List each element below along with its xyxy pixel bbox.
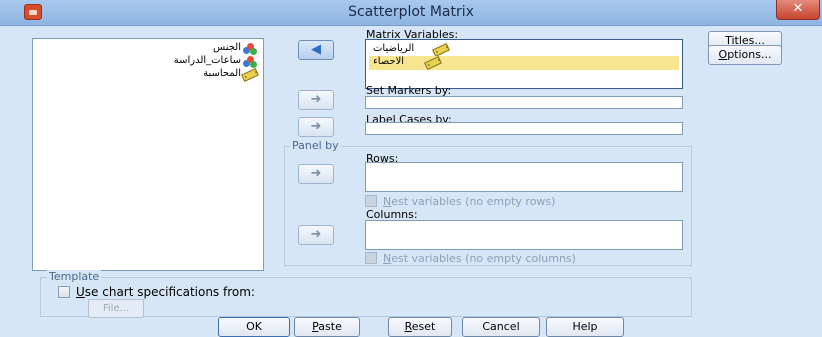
- nest-rows-label: Nest variables (no empty rows): [383, 195, 556, 208]
- help-button[interactable]: Help: [546, 317, 624, 337]
- set-markers-field[interactable]: [365, 96, 683, 109]
- dialog-body: الجنس ساعات_الدراسة المحاسبة Matrix Vari…: [0, 26, 822, 337]
- paste-button[interactable]: Paste: [294, 317, 360, 337]
- source-variable-list[interactable]: الجنس ساعات_الدراسة المحاسبة: [32, 38, 264, 271]
- scale-variable-icon: [424, 55, 442, 71]
- close-button[interactable]: ✕: [776, 0, 820, 20]
- cancel-button[interactable]: Cancel: [462, 317, 540, 337]
- template-title: Template: [47, 270, 102, 283]
- arrow-right-icon: ➜: [310, 119, 322, 134]
- variable-label: المحاسبة: [203, 68, 241, 79]
- list-item[interactable]: الجنس: [33, 42, 263, 56]
- columns-list[interactable]: [365, 220, 683, 250]
- move-to-rows-button[interactable]: ➜: [298, 164, 334, 184]
- move-to-label-cases-button[interactable]: ➜: [298, 117, 334, 137]
- nest-rows-checkbox: [365, 195, 377, 207]
- list-item[interactable]: الرياضيات: [369, 42, 679, 58]
- file-button: File...: [88, 299, 144, 318]
- nest-columns-checkbox: [365, 252, 377, 264]
- move-to-source-button[interactable]: ◀: [298, 40, 334, 60]
- variable-label: ساعات_الدراسة: [173, 55, 241, 66]
- nest-rows-option: Nest variables (no empty rows): [365, 195, 685, 208]
- arrow-left-icon: ◀: [311, 42, 321, 57]
- variable-label: الرياضيات: [373, 43, 415, 54]
- options-button[interactable]: Options...: [708, 45, 782, 65]
- variable-label: الجنس: [212, 42, 241, 53]
- list-item-selected[interactable]: الاحصاء: [369, 55, 679, 71]
- nest-columns-label: Nest variables (no empty columns): [383, 252, 576, 265]
- title-bar: Scatterplot Matrix ✕: [0, 0, 822, 26]
- scale-variable-icon: [432, 42, 450, 58]
- list-item[interactable]: المحاسبة: [33, 67, 263, 83]
- window-title: Scatterplot Matrix: [348, 4, 474, 20]
- list-item[interactable]: ساعات_الدراسة: [33, 55, 263, 69]
- nest-columns-option: Nest variables (no empty columns): [365, 252, 689, 265]
- use-chart-spec-option[interactable]: Use chart specifications from:: [58, 285, 358, 299]
- panel-by-title: Panel by: [290, 139, 341, 152]
- nominal-variable-icon: [243, 43, 257, 55]
- use-chart-spec-checkbox[interactable]: [58, 286, 70, 298]
- reset-button[interactable]: Reset: [388, 317, 452, 337]
- arrow-right-icon: ➜: [310, 227, 322, 242]
- arrow-right-icon: ➜: [310, 166, 322, 181]
- ok-button[interactable]: OK: [218, 317, 290, 337]
- variable-label: الاحصاء: [373, 56, 405, 67]
- move-to-columns-button[interactable]: ➜: [298, 225, 334, 245]
- rows-list[interactable]: [365, 162, 683, 192]
- move-to-set-markers-button[interactable]: ➜: [298, 90, 334, 110]
- matrix-variables-list[interactable]: الرياضيات الاحصاء: [365, 39, 683, 89]
- use-chart-spec-label: Use chart specifications from:: [76, 285, 255, 299]
- nominal-variable-icon: [243, 56, 257, 68]
- arrow-right-icon: ➜: [310, 92, 322, 107]
- label-cases-field[interactable]: [365, 122, 683, 135]
- scale-variable-icon: [241, 67, 259, 83]
